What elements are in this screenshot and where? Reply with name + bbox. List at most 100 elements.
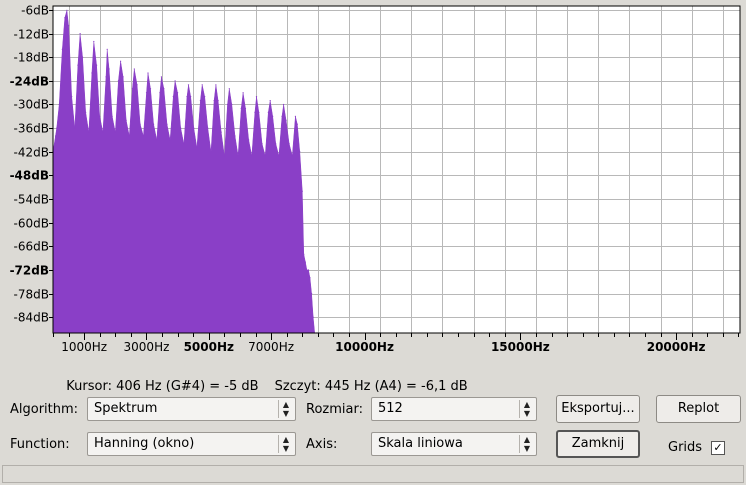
replot-button[interactable]: Replot	[656, 395, 741, 423]
x-tick-label: 3000Hz	[124, 340, 170, 354]
spectrum-point	[231, 103, 233, 106]
y-tick-label: -12dB	[14, 28, 49, 42]
spectrum-point	[193, 127, 195, 129]
spectrum-point	[133, 68, 135, 70]
spectrum-point	[163, 88, 165, 90]
spectrum-point	[114, 131, 116, 133]
spectrum-point	[223, 155, 225, 157]
x-tick-label: 1000Hz	[61, 340, 107, 354]
spectrum-point	[254, 111, 256, 113]
spectrum-point	[306, 269, 308, 271]
size-select[interactable]: 512 ▲ ▼	[371, 397, 537, 421]
spectrum-point	[160, 76, 162, 78]
y-tick-label: -84dB	[14, 311, 49, 325]
spectrum-point	[68, 25, 70, 27]
spectrum-point	[105, 76, 107, 78]
function-spin-arrows-icon[interactable]: ▲ ▼	[278, 435, 293, 453]
spectrum-point	[136, 84, 138, 86]
x-tick-label: 7000Hz	[248, 340, 294, 354]
spectrum-point	[264, 155, 266, 157]
spectrum-point	[190, 96, 192, 98]
spectrum-point	[311, 293, 313, 295]
spectrum-point	[117, 80, 119, 82]
spectrum-point	[177, 92, 179, 94]
spectrum-point	[180, 127, 182, 129]
spectrum-point	[303, 253, 305, 255]
y-tick-label: -6dB	[21, 4, 49, 18]
x-tick-label: 5000Hz	[184, 340, 234, 354]
spectrum-point	[56, 127, 58, 129]
spectrum-point	[288, 143, 290, 145]
size-spin-arrows-icon[interactable]: ▲ ▼	[519, 400, 534, 418]
spectrum-point	[54, 135, 57, 137]
spectrum-point	[91, 72, 93, 74]
spectrum-point	[217, 100, 219, 102]
spectrum-point	[312, 316, 314, 318]
spectrum-point	[285, 119, 287, 121]
export-button[interactable]: Eksportuj...	[556, 395, 640, 423]
algorithm-spin-arrows-icon[interactable]: ▲ ▼	[278, 400, 293, 418]
spectrum-point	[149, 88, 152, 90]
spectrum-point	[82, 56, 84, 58]
algorithm-value: Spektrum	[94, 401, 158, 416]
spectrum-chart[interactable]: -6dB -12dB -18dB -24dB -30dB -36dB -42dB -48dB -…	[0, 0, 746, 360]
spectrum-point	[258, 111, 260, 113]
grids-label: Grids	[668, 440, 703, 455]
spectrum-point	[267, 111, 269, 113]
spectrum-point	[187, 84, 190, 86]
spectrum-point	[166, 123, 168, 125]
spectrum-point	[183, 143, 185, 145]
y-tick-label: -66dB	[14, 240, 49, 254]
axis-select[interactable]: Skala liniowa ▲ ▼	[371, 432, 537, 456]
spectrum-point	[234, 135, 236, 137]
function-label: Function:	[10, 437, 70, 452]
spectrum-point	[269, 100, 271, 102]
axis-label: Axis:	[306, 437, 338, 452]
close-button[interactable]: Zamknij	[556, 430, 640, 458]
spectrum-point	[139, 123, 141, 125]
y-tick-label: -36dB	[14, 122, 49, 136]
spectrum-point	[237, 155, 239, 157]
spectrum-point	[142, 135, 144, 137]
spectrum-point	[58, 103, 60, 106]
spectrum-point	[261, 143, 263, 145]
spectrum-point	[309, 277, 311, 279]
spectrum-point	[199, 100, 201, 102]
spectrum-point	[226, 103, 229, 106]
spectrum-point	[66, 9, 68, 11]
spectrum-point	[125, 119, 127, 121]
algorithm-select[interactable]: Spektrum ▲ ▼	[87, 397, 296, 421]
spectrum-point	[296, 123, 298, 125]
spectrum-point	[201, 84, 203, 86]
algorithm-label: Algorithm:	[10, 402, 79, 417]
spectrum-point	[61, 48, 63, 50]
y-tick-label: -72dB	[10, 264, 49, 278]
function-select[interactable]: Hanning (okno) ▲ ▼	[87, 432, 296, 456]
spectrum-point	[96, 64, 98, 66]
spectrum-point	[79, 33, 81, 35]
y-tick-label: -78dB	[14, 288, 49, 302]
spectrum-point	[291, 155, 293, 157]
spectrum-point	[106, 48, 108, 50]
spectrum-point	[111, 115, 113, 117]
y-tick-label: -60dB	[14, 217, 49, 231]
peak-readout: Szczyt: 445 Hz (A4) = -6,1 dB	[274, 379, 468, 394]
spectrum-point	[207, 127, 209, 129]
axis-spin-arrows-icon[interactable]: ▲ ▼	[519, 435, 534, 453]
y-tick-label: -54dB	[14, 193, 49, 207]
window-status-bar	[2, 465, 744, 483]
x-tick-label: 10000Hz	[335, 340, 394, 354]
spectrum-point	[88, 131, 90, 133]
spectrum-point	[174, 80, 176, 82]
y-tick-label: -42dB	[14, 146, 49, 160]
spectrum-point	[281, 115, 283, 117]
spectrum-point	[220, 131, 222, 133]
grids-checkbox[interactable]: ✓	[711, 441, 725, 455]
spectrum-point	[145, 92, 148, 94]
size-value: 512	[378, 401, 403, 416]
spectrum-plot-area[interactable]: -6dB -12dB -18dB -24dB -30dB -36dB -42dB -48dB -…	[0, 0, 746, 360]
spectrum-point	[159, 92, 161, 94]
status-line: Kursor: 406 Hz (G#4) = -5 dB Szczyt: 445 …	[58, 364, 484, 394]
spectrum-point	[172, 96, 174, 98]
x-tick-label: 20000Hz	[647, 340, 706, 354]
